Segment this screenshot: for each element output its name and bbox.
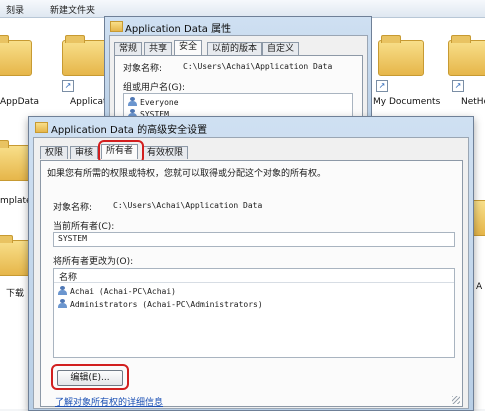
highlight-edit-button	[51, 364, 129, 390]
properties-window: Application Data 属性 常规 共享 安全 以前的版本 自定义 对…	[104, 16, 372, 129]
user-icon	[58, 286, 67, 295]
folder-icon	[35, 122, 48, 133]
folder-icon[interactable]	[448, 35, 485, 76]
new-folder-button[interactable]: 新建文件夹	[50, 3, 95, 16]
shortcut-arrow-icon: ↗	[62, 80, 74, 92]
advanced-title: Application Data 的高级安全设置	[51, 125, 208, 136]
owner-panel: 如果您有所需的权限或特权，您就可以取得或分配这个对象的所有权。 对象名称: C:…	[40, 160, 463, 408]
properties-body: 常规 共享 安全 以前的版本 自定义 对象名称: C:\Users\Achai\…	[109, 35, 368, 129]
current-owner-field: SYSTEM	[53, 232, 455, 247]
tab-previous-versions[interactable]: 以前的版本	[207, 42, 263, 55]
tab-customize[interactable]: 自定义	[262, 42, 300, 55]
shortcut-arrow-icon: ↗	[376, 80, 388, 92]
tab-effective-permissions[interactable]: 有效权限	[142, 146, 189, 159]
folder-label-appdata[interactable]: AppData	[0, 97, 39, 107]
object-name-value: C:\Users\Achai\Application Data	[183, 62, 333, 71]
column-name-header[interactable]: 名称	[59, 270, 77, 283]
owner-list-header: 名称	[54, 269, 454, 283]
folder-label-template[interactable]: mplate	[0, 196, 32, 206]
folder-icon	[110, 21, 123, 32]
list-item[interactable]: Everyone	[128, 97, 179, 107]
folder-icon[interactable]	[378, 35, 424, 76]
user-group-icon	[58, 299, 67, 308]
folder-icon[interactable]	[0, 35, 32, 76]
shortcut-arrow-icon: ↗	[452, 80, 464, 92]
folder-label-netho[interactable]: NetHo	[461, 97, 485, 107]
list-item[interactable]: Administrators (Achai-PC\Administrators)	[58, 299, 263, 309]
tab-sharing[interactable]: 共享	[144, 42, 173, 55]
object-name-label: 对象名称:	[53, 203, 93, 213]
change-owner-label: 将所有者更改为(O):	[53, 257, 134, 267]
tab-general[interactable]: 常规	[114, 42, 143, 55]
folder-label-my-documents[interactable]: My Documents	[373, 97, 440, 107]
object-name-value: C:\Users\Achai\Application Data	[113, 201, 263, 210]
intro-text: 如果您有所需的权限或特权，您就可以取得或分配这个对象的所有权。	[47, 169, 327, 179]
tab-security[interactable]: 安全	[174, 40, 203, 55]
user-group-icon	[128, 97, 137, 106]
owner-list[interactable]: 名称 Achai (Achai-PC\Achai) Administrators…	[53, 268, 455, 358]
list-item[interactable]: Achai (Achai-PC\Achai)	[58, 286, 176, 296]
side-letter: A	[476, 282, 483, 292]
folder-label-downloads[interactable]: 下载	[6, 286, 24, 299]
object-name-label: 对象名称:	[123, 64, 163, 74]
folder-icon[interactable]	[62, 35, 108, 76]
properties-title: Application Data 属性	[125, 24, 232, 35]
advanced-security-window: Application Data 的高级安全设置 权限 审核 所有者 有效权限 …	[28, 116, 474, 411]
learn-ownership-link[interactable]: 了解对象所有权的详细信息	[55, 395, 163, 408]
burn-button[interactable]: 刻录	[6, 3, 24, 16]
current-owner-label: 当前所有者(C):	[53, 222, 115, 232]
group-user-label: 组或用户名(G):	[123, 83, 186, 93]
advanced-body: 权限 审核 所有者 有效权限 如果您有所需的权限或特权，您就可以取得或分配这个对…	[33, 137, 469, 409]
current-owner-value: SYSTEM	[58, 234, 87, 243]
properties-tabbar: 常规 共享 安全 以前的版本 自定义	[114, 40, 364, 56]
resize-grip[interactable]	[452, 396, 460, 404]
tab-auditing[interactable]: 审核	[70, 146, 99, 159]
tab-permissions[interactable]: 权限	[40, 146, 69, 159]
